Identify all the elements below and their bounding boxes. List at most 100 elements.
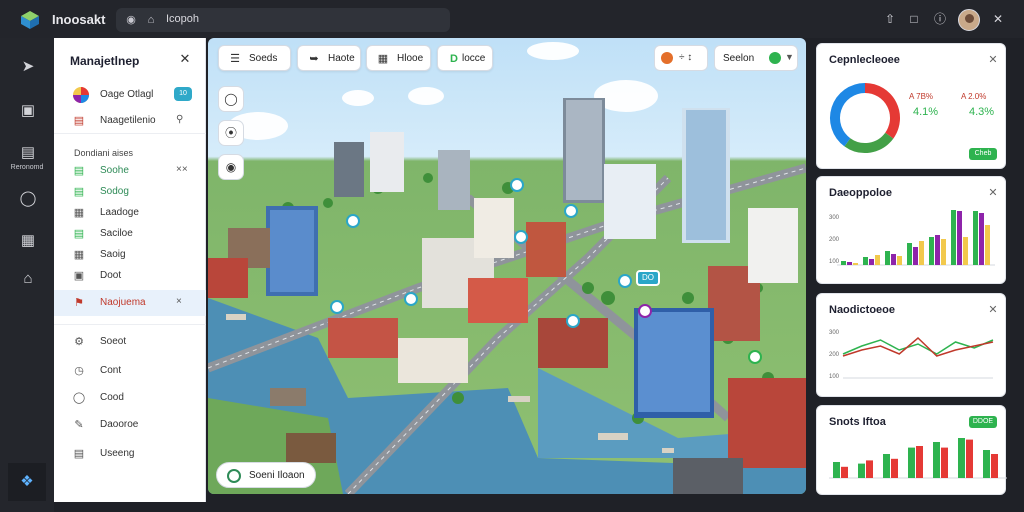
- map-tool-label: locce: [462, 53, 486, 64]
- chart-bar: [858, 463, 865, 478]
- map-zoom-control[interactable]: ÷ ↕: [654, 45, 708, 71]
- map-tool-label: Haote: [328, 53, 355, 64]
- panel-title: Manajetlnep: [70, 54, 140, 68]
- panel-row-label: Soeot: [100, 336, 127, 347]
- map-pin[interactable]: [510, 178, 524, 192]
- panel-row-top-1[interactable]: Oage Otlagl 10: [72, 86, 198, 104]
- close-window-icon[interactable]: ✕: [990, 11, 1006, 27]
- map-filter-dropdown[interactable]: Seelon ▼: [714, 45, 798, 71]
- shield-icon[interactable]: ◯: [17, 188, 39, 210]
- map-pin[interactable]: [330, 300, 344, 314]
- map-pin[interactable]: [748, 350, 762, 364]
- share-icon[interactable]: ⇧: [882, 11, 898, 27]
- locate-icon: ◉: [225, 160, 237, 174]
- panel-row-label: Doot: [100, 270, 122, 281]
- side-panel: Manajetlnep ✕ Oage Otlagl 10 ▤ Naagetile…: [54, 38, 206, 502]
- map-locate-button[interactable]: ◉: [218, 154, 244, 180]
- bar-chart-card-2: Snots Iftoa DDOE: [816, 405, 1007, 495]
- panel-row-top-2[interactable]: ▤ Naagetilenio ⚲: [72, 112, 198, 130]
- map-layer-button[interactable]: ◯: [218, 86, 244, 112]
- chart-bar: [973, 211, 978, 265]
- chart-bar: [891, 458, 898, 478]
- panel-row[interactable]: ⚙ Soeot: [72, 333, 198, 351]
- chart-bar: [933, 442, 940, 478]
- chart-bar: [913, 247, 918, 265]
- map-tool-button[interactable]: ▦ Hlooe: [366, 45, 431, 71]
- search-icon[interactable]: ⚲: [176, 114, 183, 125]
- map-pin[interactable]: [564, 204, 578, 218]
- donut-segment: [830, 83, 866, 147]
- map-tool-button[interactable]: D locce: [437, 45, 493, 71]
- map-tool-button[interactable]: ➥ Haote: [297, 45, 361, 71]
- map-pin[interactable]: [566, 314, 580, 328]
- status-tag[interactable]: Cheb: [969, 148, 997, 160]
- folder-icon[interactable]: ▤: [17, 142, 39, 164]
- panel-row-label: Naagetilenio: [100, 115, 156, 126]
- metric-label: A 2.0%: [961, 92, 987, 101]
- map-pin-label[interactable]: DO: [636, 270, 660, 286]
- map-search-label: Soeni Iloaon: [249, 470, 305, 481]
- user-avatar[interactable]: [958, 9, 980, 31]
- chart-bar: [991, 454, 998, 478]
- chart-bar: [951, 210, 956, 265]
- info-icon[interactable]: ⓘ: [932, 11, 948, 27]
- chart-bar: [919, 241, 924, 265]
- chart-bar: [941, 447, 948, 478]
- square-icon[interactable]: ▣: [17, 100, 39, 122]
- folder-icon: ▤: [73, 228, 85, 240]
- panel-row-label: Soohe: [100, 165, 129, 176]
- panel-row[interactable]: ▦ Saoig: [72, 246, 198, 264]
- circle-icon: ◯: [72, 392, 86, 404]
- map-tool-button[interactable]: ☰ Soeds: [218, 45, 291, 71]
- chart-bar: [966, 439, 973, 478]
- help-button[interactable]: ❖: [8, 463, 46, 501]
- folder-icon: ▤: [73, 165, 85, 177]
- map-search-pill[interactable]: Soeni Iloaon: [216, 462, 316, 488]
- image-icon[interactable]: ▦: [17, 230, 39, 252]
- panel-row[interactable]: ▤ Useeng: [72, 445, 198, 463]
- panel-row-label: Sodog: [100, 186, 129, 197]
- city-map[interactable]: DO ☰ Soeds ➥ Haote ▦ Hlooe D locce ÷ ↕ S…: [208, 38, 806, 494]
- chart-bar: [908, 447, 915, 478]
- map-pin[interactable]: [346, 214, 360, 228]
- map-pin[interactable]: [618, 274, 632, 288]
- panel-row-label: Naojuema: [100, 297, 146, 308]
- title-search-box[interactable]: ◉ ⌂ Icopoh: [116, 8, 450, 32]
- bar-chart: [837, 210, 995, 266]
- map-tool-label: Hlooe: [397, 53, 424, 64]
- panel-row[interactable]: ✎ Daooroe: [72, 416, 198, 434]
- chart-bar: [941, 239, 946, 265]
- panel-row[interactable]: ▤ Soohe ××: [72, 162, 198, 180]
- navigate-icon[interactable]: ➤: [17, 56, 39, 78]
- chart-bar: [885, 251, 890, 265]
- bar-chart-card: Daeoppoloe ✕ 300 200 100: [816, 176, 1006, 284]
- panel-row[interactable]: ▤ Saciloe: [72, 225, 198, 243]
- panel-row[interactable]: ◯ Cood: [72, 389, 198, 407]
- chart-bar: [897, 256, 902, 265]
- document-icon: ▣: [73, 270, 85, 282]
- window-icon[interactable]: □: [906, 11, 922, 27]
- map-pin[interactable]: [514, 230, 528, 244]
- panel-row-active[interactable]: ⚑ Naojuema ×: [54, 290, 206, 316]
- layers-icon: [661, 52, 673, 64]
- chart-bar: [935, 235, 940, 265]
- home-icon[interactable]: ⌂: [17, 268, 39, 290]
- close-icon[interactable]: ✕: [178, 52, 192, 66]
- chart-bar: [985, 225, 990, 265]
- line-chart: [842, 336, 994, 379]
- panel-row[interactable]: ▣ Doot: [72, 267, 198, 285]
- chart-bar: [863, 257, 868, 265]
- map-pin-selected[interactable]: [638, 304, 652, 318]
- metric-value: 4.3%: [969, 106, 995, 118]
- edit-icon: ✎: [74, 419, 84, 431]
- filter-label: Seelon: [723, 53, 755, 64]
- chart-bar: [916, 446, 923, 478]
- map-pin[interactable]: [404, 292, 418, 306]
- map-measure-button[interactable]: ⦿: [218, 120, 244, 146]
- panel-row[interactable]: ▦ Laadoge: [72, 204, 198, 222]
- flag-icon: ⚑: [74, 297, 84, 309]
- chart-bar: [963, 237, 968, 265]
- panel-row[interactable]: ◷ Cont: [72, 362, 198, 380]
- panel-row[interactable]: ▤ Sodog: [72, 183, 198, 201]
- panel-row-label: Laadoge: [100, 207, 139, 218]
